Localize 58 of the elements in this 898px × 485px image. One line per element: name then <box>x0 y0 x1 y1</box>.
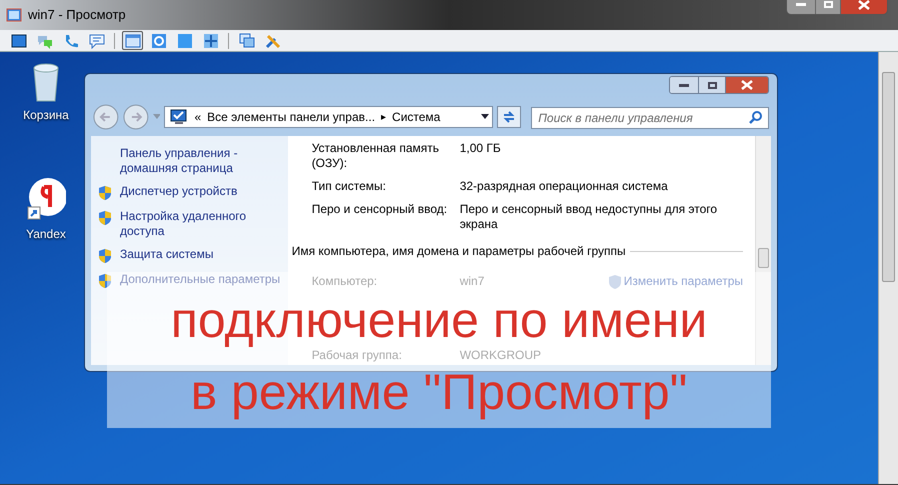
sidebar-link[interactable]: Диспетчер устройств <box>120 184 238 201</box>
search-field[interactable]: Поиск в панели управления <box>531 107 769 129</box>
square-icon <box>176 32 192 48</box>
shield-icon <box>98 185 112 201</box>
control-panel-icon <box>168 109 188 125</box>
scrollbar-thumb[interactable] <box>758 248 769 268</box>
breadcrumb-item[interactable]: Система <box>392 108 440 126</box>
maximize-button[interactable] <box>815 0 841 14</box>
sidebar-link[interactable]: Настройка удаленного доступа <box>120 209 282 239</box>
desktop-icon-label[interactable]: Yandex <box>26 225 66 243</box>
breadcrumb-chevrons[interactable]: « <box>194 108 202 126</box>
property-value: win7 <box>460 274 486 290</box>
address-bar[interactable]: « Все элементы панели управ... ▸ Система <box>164 106 494 128</box>
scrollbar-thumb[interactable] <box>882 72 895 282</box>
window-icon <box>124 32 140 48</box>
close-button[interactable] <box>726 77 768 93</box>
close-icon <box>858 0 870 10</box>
two-windows-icon <box>238 32 254 48</box>
browser-shortcut-icon[interactable] <box>26 177 66 221</box>
fit-screen-icon <box>150 32 166 48</box>
close-icon <box>741 80 753 90</box>
shield-icon <box>98 273 112 289</box>
refresh-button[interactable] <box>497 106 522 128</box>
screen-icon <box>10 32 26 48</box>
shield-icon <box>608 274 622 290</box>
dropdown-caret-icon[interactable] <box>481 114 490 120</box>
breadcrumb-item[interactable]: Все элементы панели управ... <box>207 108 376 126</box>
caption-text: в режиме "Просмотр" <box>190 366 688 418</box>
search-icon[interactable] <box>749 110 763 124</box>
property-name: Компьютер: <box>312 274 378 290</box>
app-icon <box>6 7 22 23</box>
expand-icon <box>202 32 218 48</box>
section-heading: Имя компьютера, имя домена и параметры рабочей группы <box>292 243 626 260</box>
window-title: win7 - Просмотр <box>28 6 126 24</box>
property-name: Тип системы: <box>312 179 387 194</box>
property-value: 1,00 ГБ <box>460 141 502 157</box>
speech-bubble-icon <box>88 32 104 48</box>
refresh-icon <box>502 110 516 124</box>
minimize-button[interactable] <box>670 77 698 93</box>
desktop-icon-label[interactable]: Корзина <box>23 106 69 124</box>
sidebar-link[interactable]: Панель управления - домашняя страница <box>120 146 282 176</box>
property-name: Перо и сенсорный ввод: <box>312 202 448 218</box>
shield-icon <box>98 210 112 226</box>
property-name: Рабочая группа: <box>312 348 403 362</box>
property-value: Перо и сенсорный ввод недоступны для этого экрана <box>460 202 718 232</box>
property-value: 32-разрядная операционная система <box>460 179 669 194</box>
toolbar-button[interactable] <box>122 31 143 50</box>
breadcrumb-separator[interactable]: ▸ <box>381 110 386 124</box>
shield-icon <box>98 248 112 264</box>
property-name: Установленная память (ОЗУ): <box>312 141 440 171</box>
forward-button-icon[interactable] <box>122 104 149 130</box>
close-button[interactable] <box>841 0 887 14</box>
property-value: WORKGROUP <box>460 348 542 362</box>
tools-icon <box>264 32 280 48</box>
back-button-icon[interactable] <box>93 104 119 130</box>
sidebar-link[interactable]: Защита системы <box>120 247 214 264</box>
caption-text: подключение по имени <box>170 294 708 346</box>
maximize-button[interactable] <box>698 77 726 93</box>
